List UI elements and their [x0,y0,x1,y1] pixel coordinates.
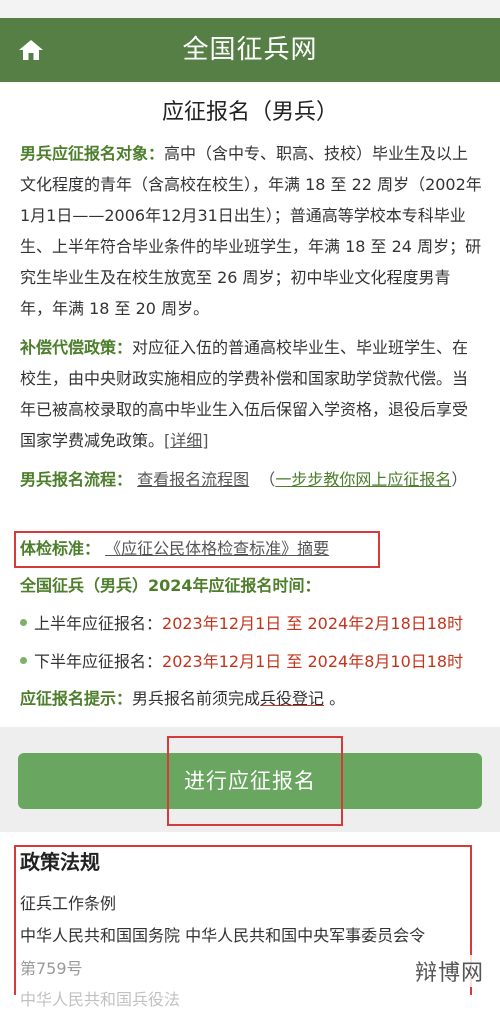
detail-link[interactable]: 详细 [170,431,202,450]
eligibility-paragraph: 男兵应征报名对象：高中（含中专、职高、技校）毕业生及以上文化程度的青年（含高校在… [20,138,482,324]
annotation-box-apply [167,736,343,826]
schedule-heading: 全国征兵（男兵）2024年应征报名时间： [20,576,321,595]
process-label: 男兵报名流程： [20,470,133,489]
site-header: 全国征兵网 [0,18,500,82]
annotation-box-policy [14,845,472,995]
registration-content: 应征报名（男兵） 男兵应征报名对象：高中（含中专、职高、技校）毕业生及以上文化程… [0,82,500,727]
status-bar [0,0,500,18]
tip-paragraph: 应征报名提示：男兵报名前须完成兵役登记 。 [20,689,346,708]
page-title: 应征报名（男兵） [161,100,338,125]
bullet-icon [20,619,27,626]
schedule-item-second-half: 下半年应征报名：2023年12月1日 至 2024年8月10日18时 [20,647,490,677]
watermark: 辩博网 [410,955,488,987]
annotation-box-physical [14,531,380,568]
compensation-paragraph: 补偿代偿政策：对应征入伍的普通高校毕业生、毕业班学生、在校生，由中央财政实施相应… [20,338,469,450]
site-title: 全国征兵网 [182,35,318,65]
eligibility-text: 高中（含中专、职高、技校）毕业生及以上文化程度的青年（含高校在校生），年满 18… [20,144,482,318]
process-chart-link[interactable]: 查看报名流程图 [137,470,249,489]
process-paragraph: 男兵报名流程： 查看报名流程图 （一步步教你网上应征报名） [20,470,468,489]
military-registration-link[interactable]: 兵役登记 [260,689,324,708]
bullet-icon [20,657,27,664]
compensation-label: 补偿代偿政策： [20,338,133,357]
online-registration-guide-link[interactable]: 一步步教你网上应征报名 [275,470,451,489]
schedule-item-first-half: 上半年应征报名：2023年12月1日 至 2024年2月18日18时 [20,609,490,639]
eligibility-label: 男兵应征报名对象： [20,144,165,163]
tip-label: 应征报名提示： [20,689,133,708]
